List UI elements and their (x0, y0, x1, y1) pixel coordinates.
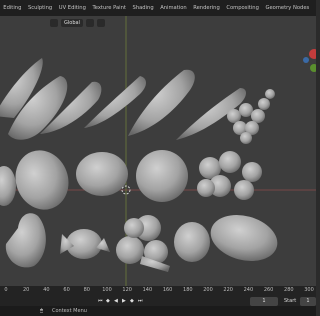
workspace-tab-uv-editing[interactable]: UV Editing (56, 0, 90, 16)
ruler-tick-label: 280 (284, 287, 294, 293)
ruler-tick-label: 120 (122, 287, 132, 293)
scene-canvas[interactable] (0, 16, 316, 286)
status-bar: 🖱 Context Menu (0, 306, 316, 316)
prev-keyframe-button[interactable]: ◆ (106, 297, 110, 306)
play-button[interactable]: ▶ (122, 297, 126, 306)
watermelon-object[interactable] (7, 143, 76, 217)
ruler-tick-label: 200 (203, 287, 213, 293)
jump-start-button[interactable]: ⏮ (98, 297, 103, 306)
pumpkin-object[interactable] (76, 152, 128, 196)
potato-object[interactable] (205, 208, 282, 268)
cabbage-object[interactable] (0, 166, 16, 206)
workspace-tab-rendering[interactable]: Rendering (190, 0, 223, 16)
start-frame-field[interactable]: 1 (300, 297, 316, 306)
start-label: Start (284, 298, 297, 304)
workspace-tab-animation[interactable]: Animation (157, 0, 190, 16)
workspace-tab-texture-paint[interactable]: Texture Paint (89, 0, 129, 16)
ruler-tick-label: 180 (183, 287, 193, 293)
workspace-tab-editing[interactable]: Editing (0, 0, 25, 16)
play-reverse-button[interactable]: ◀ (114, 297, 118, 306)
ruler-tick-label: 140 (142, 287, 153, 293)
potatoes-object[interactable] (197, 151, 262, 200)
ruler-tick-label: 300 (304, 287, 314, 293)
workspace-tab-shading[interactable]: Shading (129, 0, 157, 16)
ruler-tick-label: 0 (4, 287, 8, 293)
next-keyframe-button[interactable]: ◆ (130, 297, 134, 306)
broccoli-object[interactable] (116, 215, 170, 272)
mouse-icon: 🖱 (40, 308, 44, 314)
ruler-tick-label: 260 (263, 287, 274, 293)
navigation-gizmo-icon[interactable] (303, 49, 316, 72)
3d-viewport[interactable]: Global (0, 16, 316, 286)
context-menu-label: Context Menu (52, 308, 87, 314)
playback-controls: ⏮ ◆ ◀ ▶ ◆ ⏭ 1 Start 1 (0, 297, 316, 306)
workspace-tabs: Editing Sculpting UV Editing Texture Paint S… (0, 0, 316, 16)
ruler-tick-label: 20 (23, 287, 30, 293)
workspace-tab-compositing[interactable]: Compositing (223, 0, 262, 16)
workspace-tab-sculpting[interactable]: Sculpting (25, 0, 56, 16)
eggplant-object[interactable] (5, 213, 46, 268)
ruler-tick-label: 80 (83, 287, 90, 293)
ruler-tick-label: 60 (63, 287, 70, 293)
ruler-tick-label: 220 (223, 287, 233, 293)
strawberry-object[interactable] (174, 222, 210, 262)
ruler-tick-label: 40 (43, 287, 50, 293)
current-frame-field[interactable]: 1 (250, 297, 278, 306)
tomato-object[interactable] (136, 150, 188, 202)
workspace-tab-scripting[interactable]: Scripting (313, 0, 317, 16)
workspace-tab-geometry-nodes[interactable]: Geometry Nodes (262, 0, 312, 16)
ruler-tick-label: 160 (162, 287, 173, 293)
artichoke-object[interactable] (60, 229, 110, 259)
ruler-tick-label: 100 (102, 287, 112, 293)
timeline-editor[interactable]: 0 20 40 60 80 100 120 140 160 180 200 220 240 260 280 3… (0, 286, 316, 316)
jump-end-button[interactable]: ⏭ (138, 297, 143, 306)
ruler-tick-label: 240 (243, 287, 254, 293)
timeline-ruler[interactable]: 0 20 40 60 80 100 120 140 160 180 200 220 240 260 280 3… (0, 286, 316, 296)
